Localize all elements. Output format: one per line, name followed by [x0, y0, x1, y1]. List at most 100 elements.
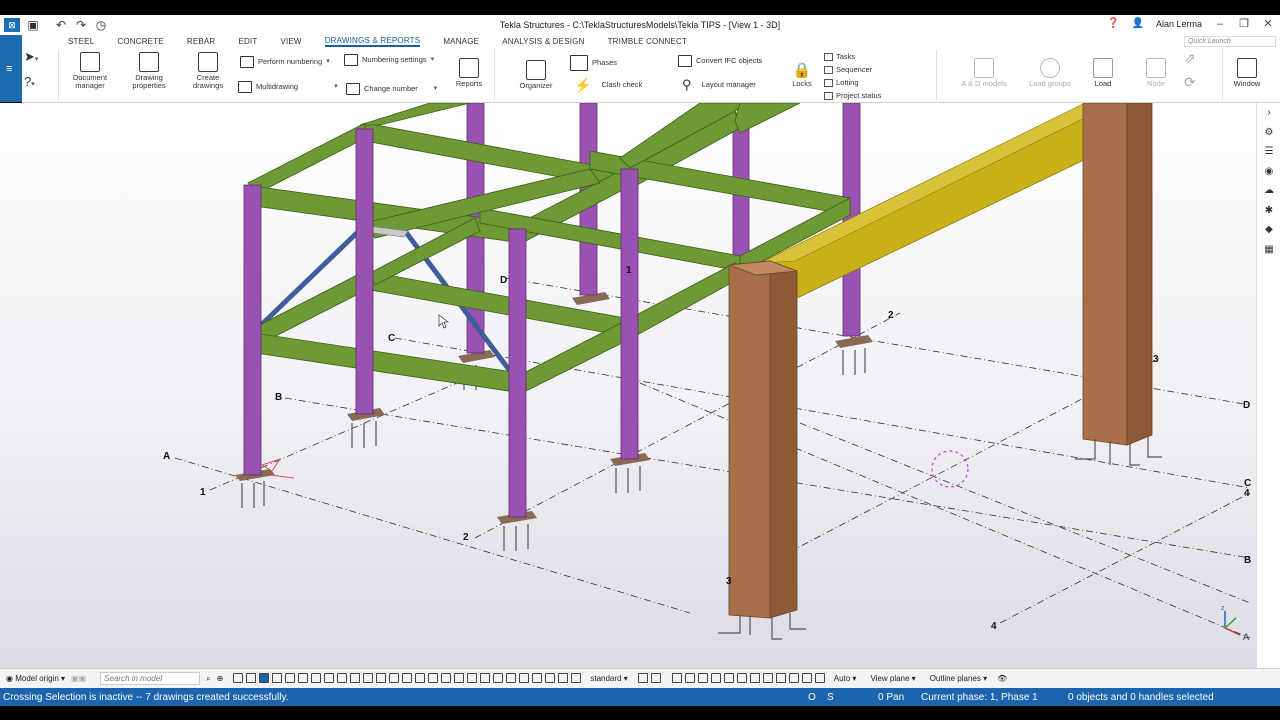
create-drawings-button[interactable]: Create drawings — [188, 52, 228, 90]
status-message: Crossing Selection is inactive -- 7 draw… — [3, 691, 289, 703]
components-icon[interactable]: ◆ — [1257, 220, 1280, 240]
user-icon[interactable]: 👤 — [1132, 18, 1144, 29]
status-bar: Crossing Selection is inactive -- 7 draw… — [0, 688, 1280, 706]
sequencer-button[interactable]: Sequencer — [824, 66, 872, 74]
expand-panel-icon[interactable]: › — [1257, 103, 1280, 123]
layout-manager-button[interactable]: ⚲ Layout manager — [682, 78, 756, 91]
multidrawing-label: Multidrawing — [256, 82, 299, 91]
status-snap[interactable]: S — [827, 692, 834, 703]
numbering-icon — [240, 56, 254, 68]
bottom-edge — [0, 706, 1280, 720]
layout-manager-label: Layout manager — [701, 80, 756, 89]
model-view-3d[interactable]: z A A B C D 1 2 1 2 3 D C 4 B 3 4 — [0, 103, 1256, 668]
locks-button[interactable]: 🔒 Locks — [786, 62, 818, 88]
globe-icon[interactable]: ◉ — [1257, 162, 1280, 182]
auto-dropdown[interactable]: Auto ▾ — [834, 674, 857, 683]
tab-trimble-connect[interactable]: TRIMBLE CONNECT — [608, 37, 687, 46]
catalog-icon[interactable]: ☰ — [1257, 142, 1280, 162]
applications-icon[interactable]: ▦ — [1257, 240, 1280, 260]
tab-concrete[interactable]: CONCRETE — [117, 37, 164, 46]
drawing-properties-button[interactable]: Drawing properties — [126, 52, 172, 90]
quick-access-toolbar: ⊠ ▣ ↶ ↷ ◷ — [0, 18, 108, 32]
status-phase[interactable]: Current phase: 1, Phase 1 — [921, 692, 1038, 703]
grid-label-b: B — [275, 392, 282, 403]
multidrawing-button[interactable]: Multidrawing ▾ — [238, 81, 338, 93]
phases-icon — [570, 55, 588, 71]
convert-ifc-button[interactable]: Convert IFC objects — [678, 55, 762, 67]
menu-icon[interactable]: ≡ — [6, 63, 12, 75]
title-right-area: ❓ 👤 Alan Lerma – ❐ ✕ — [1107, 17, 1274, 31]
column — [620, 168, 639, 460]
drawing-properties-icon — [139, 52, 159, 72]
save-icon[interactable]: ▣ — [26, 18, 40, 32]
properties-icon[interactable]: ⚙ — [1257, 123, 1280, 143]
redo-icon[interactable]: ↷ — [74, 18, 88, 32]
tab-steel[interactable]: STEEL — [68, 37, 94, 46]
model-canvas[interactable]: z A A B C D 1 2 1 2 3 D C 4 B 3 4 — [0, 103, 1256, 668]
grid-label-b2: B — [1244, 555, 1251, 566]
reports-label: Reports — [455, 79, 483, 88]
load-groups-button[interactable]: Load groups — [1026, 58, 1074, 88]
numbering-settings-icon — [344, 54, 358, 66]
status-selection: 0 objects and 0 handles selected — [1068, 691, 1214, 703]
node-button[interactable]: Node — [1140, 58, 1172, 88]
phases-button[interactable]: Phases — [570, 55, 617, 71]
user-name[interactable]: Alan Lerma — [1156, 19, 1202, 29]
help-pointer-icon[interactable]: ?▾ — [24, 75, 35, 89]
tab-manage[interactable]: MANAGE — [443, 37, 479, 46]
organizer-button[interactable]: Organizer — [516, 60, 556, 90]
clash-check-button[interactable]: ⚡ Clash check — [574, 78, 642, 92]
tab-edit[interactable]: EDIT — [238, 37, 257, 46]
grid-label-d: D — [500, 275, 507, 286]
tasks-button[interactable]: Tasks — [824, 53, 855, 61]
view-plane-dropdown[interactable]: View plane ▾ — [870, 674, 915, 683]
select-pointer-icon[interactable]: ➤▾ — [24, 50, 38, 64]
convert-ifc-icon — [678, 55, 692, 67]
quick-launch-input[interactable]: Quick Launch — [1184, 36, 1276, 47]
search-icon[interactable]: ⌕ — [206, 674, 210, 684]
analysis-sync-icon[interactable]: ⟳ — [1184, 75, 1196, 89]
cloud-icon[interactable]: ☁ — [1257, 181, 1280, 201]
zoom-icon[interactable]: ⊕ — [217, 674, 224, 683]
tab-rebar[interactable]: REBAR — [187, 37, 216, 46]
tab-drawings-reports[interactable]: DRAWINGS & REPORTS — [324, 36, 421, 47]
standard-dropdown[interactable]: standard ▾ — [590, 674, 627, 683]
search-model-input[interactable]: Search in model — [100, 672, 201, 685]
status-ortho[interactable]: O — [808, 692, 816, 703]
grid-line-2 — [474, 312, 901, 539]
load-button[interactable]: Load — [1088, 58, 1118, 88]
tab-view[interactable]: VIEW — [280, 37, 301, 46]
project-status-button[interactable]: Project status — [824, 92, 881, 100]
lotting-button[interactable]: Lotting — [824, 79, 859, 87]
settings-icon[interactable]: ✱ — [1257, 201, 1280, 221]
reports-button[interactable]: Reports — [450, 58, 488, 88]
tab-analysis-design[interactable]: ANALYSIS & DESIGN — [502, 37, 584, 46]
minimize-icon[interactable]: – — [1214, 18, 1226, 30]
restore-icon[interactable]: ❐ — [1238, 17, 1250, 30]
outline-planes-dropdown[interactable]: Outline planes ▾ — [930, 674, 987, 683]
separator — [58, 50, 59, 100]
create-drawings-icon — [198, 52, 218, 72]
analysis-arrow-icon[interactable]: ⇗ — [1184, 51, 1196, 65]
history-icon[interactable]: ◷ — [94, 18, 108, 32]
document-manager-button[interactable]: Document manager — [66, 52, 114, 90]
outline-planes-label: Outline planes — [929, 674, 981, 683]
help-icon[interactable]: ❓ — [1107, 18, 1119, 29]
close-icon[interactable]: ✕ — [1262, 17, 1274, 30]
ad-models-button[interactable]: A & D models — [956, 58, 1012, 88]
change-number-button[interactable]: Change number ▾ — [346, 83, 437, 95]
snap-switches[interactable] — [637, 672, 828, 685]
tekla-logo-icon[interactable]: ⊠ — [4, 18, 20, 32]
change-number-label: Change number — [364, 84, 418, 93]
model-origin-dropdown[interactable]: ◉ Model origin ▾ — [6, 674, 65, 683]
window-button[interactable]: Window — [1228, 58, 1266, 88]
lock-icon: 🔒 — [792, 62, 812, 79]
separator — [494, 50, 495, 100]
undo-icon[interactable]: ↶ — [54, 18, 68, 32]
selection-switches[interactable] — [233, 672, 584, 685]
window-label: Window — [1233, 79, 1261, 88]
eye-icon[interactable]: 👁 — [997, 674, 1007, 683]
numbering-settings-button[interactable]: Numbering settings ▾ — [344, 54, 434, 66]
perform-numbering-button[interactable]: Perform numbering ▾ — [240, 56, 330, 68]
view-switch-icon[interactable]: ▣▣ — [71, 674, 86, 683]
